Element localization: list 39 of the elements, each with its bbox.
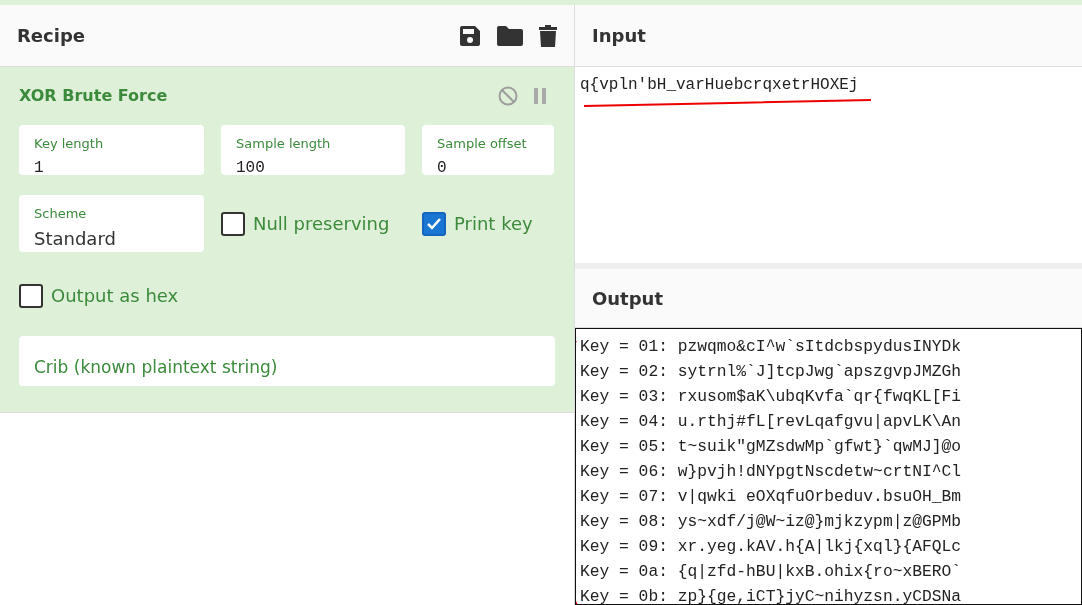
checkbox[interactable] <box>19 283 43 308</box>
output-line: Key = 09: xr.yeg.kAV.h{A|lkj{xql}{AFQLc <box>580 537 962 556</box>
field-label: Scheme <box>34 205 87 222</box>
output-line: Key = 02: sytrnl%`J]tcpJwg`apszgvpJMZGh <box>580 362 962 381</box>
field-value: 0 <box>437 158 447 178</box>
checkbox-label: Null preserving <box>253 212 390 236</box>
number-field[interactable]: Sample length 100 <box>221 125 405 175</box>
output-line: Key = 04: u.rthj#fL[revLqafgvu|apvLK\An <box>580 412 962 431</box>
checkbox[interactable] <box>422 211 446 236</box>
output-line: Key = 01: pzwqmo&cI^w`sItdcbspydusINYDk <box>580 337 962 356</box>
output-line: Key = 06: w}pvjh!dNYpgtNscdetw~crtNI^Cl <box>580 462 962 481</box>
checkbox[interactable] <box>221 211 245 236</box>
field-label: Key length <box>34 135 104 152</box>
input-text[interactable]: q{vpln'bH_varHuebcrqxetrHOXEj <box>580 76 859 94</box>
field-value: Standard <box>34 227 116 251</box>
save-icon[interactable] <box>459 24 481 47</box>
panel-title: Recipe <box>17 24 85 48</box>
output-line: Key = 05: t~suik"gMZsdwMp`gfwt}`qwMJ]@o <box>580 437 962 456</box>
output-line: Key = 08: ys~xdf/j@W~iz@}mjkzypm|z@GPMb <box>580 512 962 531</box>
output-line: Key = 07: v|qwki eOXqfuOrbeduv.bsuOH_Bm <box>580 487 962 506</box>
checkbox-label: Output as hex <box>51 284 179 308</box>
select-field[interactable]: Scheme Standard <box>19 195 204 252</box>
panel-title: Input <box>592 24 646 48</box>
output-line: Key = 0b: zp}{ge,iCT}jyC~nihyzsn.yCDSNa <box>580 587 962 604</box>
panel-title: Output <box>592 286 664 311</box>
field-value: 1 <box>34 158 44 178</box>
operation-title: XOR Brute Force <box>19 85 168 107</box>
output-line: Key = 03: rxusom$aK\ubqKvfa`qr{fwqKL[Fi <box>580 387 962 406</box>
crib-field[interactable]: Crib (known plaintext string) <box>19 336 555 386</box>
output-line: Key = 0a: {q|zfd-hBU|kxB.ohix{ro~xBERO` <box>580 562 962 581</box>
field-value: 100 <box>236 158 265 178</box>
number-field[interactable]: Key length 1 <box>19 125 204 175</box>
trash-icon[interactable] <box>539 24 557 47</box>
checkbox-label: Print key <box>454 212 533 236</box>
field-label: Sample length <box>236 135 331 152</box>
checkmark-icon <box>426 216 442 231</box>
number-field[interactable]: Sample offset 0 <box>422 125 554 175</box>
folder-icon[interactable] <box>497 25 523 46</box>
field-label: Sample offset <box>437 135 527 152</box>
